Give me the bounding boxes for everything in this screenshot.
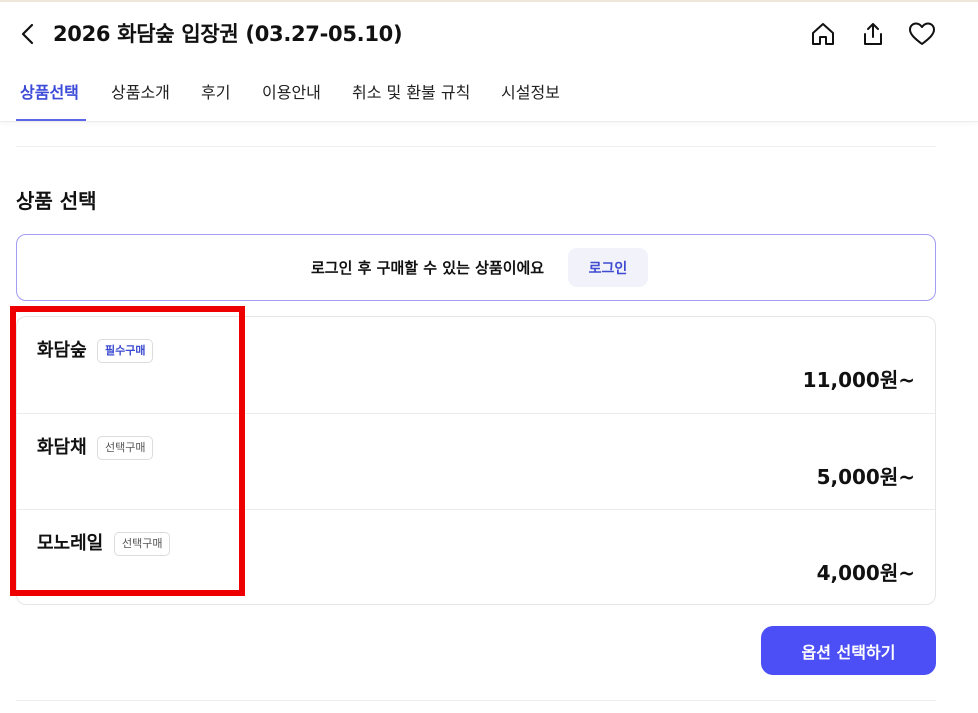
login-notice: 로그인 후 구매할 수 있는 상품이에요 로그인 [16, 234, 936, 301]
share-button[interactable] [858, 18, 888, 50]
tab-bar: 상품선택 상품소개 후기 이용안내 취소 및 환불 규칙 시설정보 [0, 64, 978, 122]
product-price: 11,000원~ [802, 368, 915, 392]
header: 2026 화담숲 입장권 (03.27-05.10) [0, 2, 978, 64]
login-button[interactable]: 로그인 [568, 248, 648, 287]
home-button[interactable] [808, 18, 838, 50]
tab-facility-info[interactable]: 시설정보 [501, 81, 560, 105]
back-arrow-icon [21, 23, 34, 45]
tab-product-select[interactable]: 상품선택 [20, 81, 79, 105]
back-button[interactable] [14, 18, 42, 50]
section-title: 상품 선택 [16, 189, 97, 213]
tab-product-intro[interactable]: 상품소개 [111, 81, 170, 105]
tab-refund-policy[interactable]: 취소 및 환불 규칙 [352, 81, 470, 105]
section-divider [16, 146, 936, 147]
login-notice-text: 로그인 후 구매할 수 있는 상품이에요 [311, 259, 545, 277]
product-price: 5,000원~ [816, 465, 915, 489]
tab-usage-info[interactable]: 이용안내 [262, 81, 321, 105]
tab-reviews[interactable]: 후기 [201, 81, 230, 105]
share-icon [864, 23, 882, 45]
heart-icon [909, 22, 935, 45]
highlight-box [10, 306, 245, 596]
select-option-button[interactable]: 옵션 선택하기 [761, 626, 936, 675]
wishlist-button[interactable] [907, 18, 937, 50]
bottom-divider [16, 700, 936, 701]
product-price: 4,000원~ [816, 561, 915, 585]
home-icon [812, 23, 834, 45]
page-title: 2026 화담숲 입장권 (03.27-05.10) [53, 22, 403, 46]
active-tab-indicator [16, 119, 86, 121]
